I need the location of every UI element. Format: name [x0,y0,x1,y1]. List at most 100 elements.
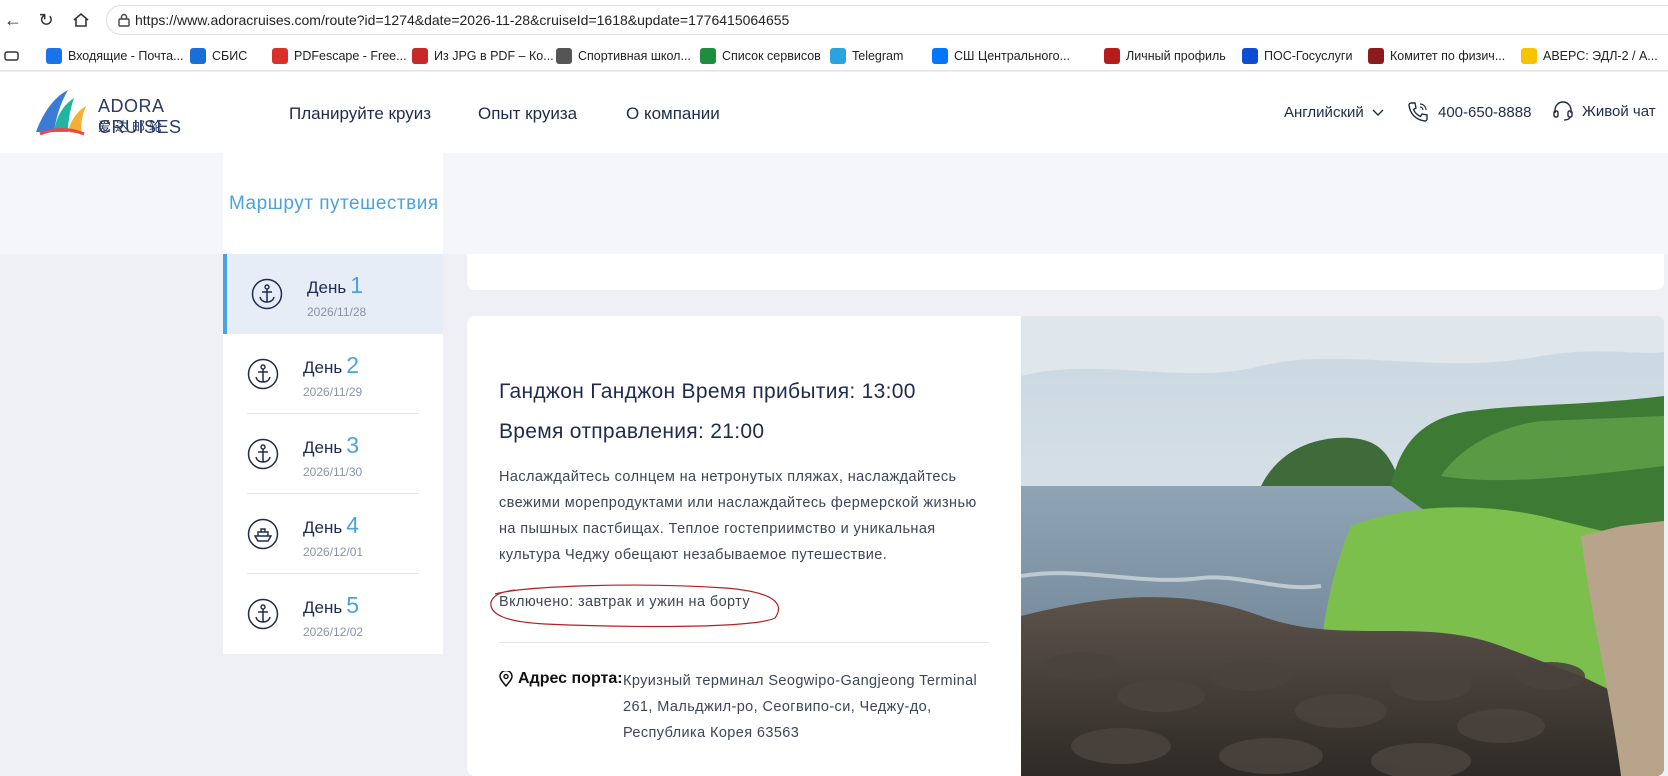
tabs-overview-icon[interactable] [4,47,20,65]
phone-number: 400-650-8888 [1438,103,1532,121]
day-label: День 4 [303,512,359,539]
url-text[interactable]: https://www.adoracruises.com/route?id=12… [135,12,789,28]
port-card: Ганджон Ганджон Время прибытия: 13:00 Вр… [467,316,1664,776]
pdf-icon [272,48,288,64]
bookmark-item[interactable]: PDFescape - Free... [272,47,407,65]
previous-card [467,254,1664,290]
bookmark-label: Спортивная школ... [578,49,691,63]
reload-icon[interactable]: ↻ [35,9,57,31]
emblem-icon [1368,48,1384,64]
bookmark-label: СШ Центрального... [954,49,1071,63]
bookmark-label: Список сервисов [722,49,821,63]
live-chat-link[interactable]: Живой чат [1552,100,1656,122]
day-item-2[interactable]: День 2 2026/11/29 [223,334,443,414]
day-date: 2026/11/28 [307,305,367,319]
port-address: Круизный терминал Seogwipo-Gangjeong Ter… [623,673,978,741]
day-word: День [303,358,343,377]
day-word: День [307,278,347,297]
address-bar[interactable]: https://www.adoracruises.com/route?id=12… [106,5,1668,35]
day-date: 2026/11/29 [303,385,363,399]
back-icon[interactable]: ← [2,9,24,31]
bookmark-item[interactable]: Входящие - Почта... [46,47,184,65]
headset-icon [1553,101,1573,121]
bookmark-item[interactable]: Комитет по физич... [1368,47,1505,65]
sheet-icon [700,48,716,64]
bookmark-label: ПОС-Госуслуги [1264,49,1353,63]
bookmark-item[interactable]: ПОС-Госуслуги [1242,47,1352,65]
bookmark-item[interactable]: Telegram [830,47,903,65]
anchor-icon [247,598,279,630]
day-item-5[interactable]: День 5 2026/12/02 [223,574,443,654]
bookmarks-bar: Входящие - Почта... СБИС PDFescape - Free.… [0,40,1668,71]
phone-icon [1408,102,1428,122]
bookmark-item[interactable]: СБИС [190,47,247,65]
day-date: 2026/12/01 [303,545,364,559]
anchor-icon [247,358,279,390]
port-description: Наслаждайтесь солнцем на нетронутых пляж… [499,469,977,563]
port-title: Ганджон Ганджон Время прибытия: 13:00 Вр… [499,372,979,452]
day-date: 2026/11/30 [303,465,363,479]
site-header: ADORA CRUISES 爱达邮轮 Планируйте круиз Опыт… [0,72,1668,153]
jpg2pdf-icon [412,48,428,64]
port-arrival-line: Ганджон Ганджон Время прибытия: 13:00 [499,380,916,403]
day-number: 5 [346,592,360,618]
divider [499,642,989,643]
anchor-icon [247,438,279,470]
phone-link[interactable]: 400-650-8888 [1406,100,1531,124]
anchor-icon [251,278,283,310]
bookmark-item[interactable]: Список сервисов [700,47,821,65]
1c-icon [1521,48,1537,64]
adora-logo[interactable]: ADORA CRUISES 爱达邮轮 [34,86,244,138]
day-item-1[interactable]: День 1 2026/11/28 [223,254,443,334]
home-icon[interactable] [70,9,92,31]
day-word: День [303,598,343,617]
day-label: День 2 [303,352,359,379]
lock-icon [118,13,130,27]
bookmark-item[interactable]: СШ Центрального... [932,47,1070,65]
language-label: Английский [1284,104,1364,121]
day-label: День 1 [307,272,363,299]
day-number: 2 [346,352,360,378]
menu-plan-cruise[interactable]: Планируйте круиз [289,104,431,124]
jeju-coast-photo [1021,316,1664,776]
bookmark-item[interactable]: Из JPG в PDF – Ко... [412,47,554,65]
globe-icon [556,48,572,64]
bookmark-label: СБИС [212,49,248,63]
bookmark-label: PDFescape - Free... [294,49,407,63]
adora-sail-logo-icon [36,90,86,136]
route-tab-label: Маршрут путешествия [229,193,439,214]
bookmark-item[interactable]: АВЕРС: ЭДЛ-2 / А... [1521,47,1658,65]
mail-icon [46,48,62,64]
port-departure-line: Время отправления: 21:00 [499,420,765,443]
emblem-icon [1104,48,1120,64]
sbis-icon [190,48,206,64]
day-word: День [303,518,343,537]
bookmark-label: Комитет по физич... [1390,49,1506,63]
bookmark-item[interactable]: Спортивная школ... [556,47,691,65]
browser-address-row: ← ↻ https://www.adoracruises.com/route?i… [0,0,1668,40]
day-word: День [303,438,343,457]
port-address-label: Адрес порта: [499,670,623,688]
day-item-4[interactable]: День 4 2026/12/01 [223,494,443,574]
language-select[interactable]: Английский [1284,104,1384,121]
day-list: День 1 2026/11/28 День 2 2026/11/29 День 3 2026/… [223,254,443,654]
included-meals: Включено: завтрак и ужин на борту [499,594,751,610]
vk-icon [932,48,948,64]
telegram-icon [830,48,846,64]
day-date: 2026/12/02 [303,625,364,639]
day-number: 3 [346,432,360,458]
live-chat-label: Живой чат [1582,102,1656,120]
route-tab[interactable]: Маршрут путешествия [223,153,443,254]
bookmark-item[interactable]: Личный профиль [1104,47,1226,65]
day-item-3[interactable]: День 3 2026/11/30 [223,414,443,494]
menu-cruise-experience[interactable]: Опыт круиза [478,104,577,124]
bookmark-label: Входящие - Почта... [68,49,184,63]
menu-about[interactable]: О компании [626,104,720,124]
gosuslugi-icon [1242,48,1258,64]
day-number: 1 [350,272,364,298]
location-pin-icon [499,671,513,687]
ship-icon [247,518,279,550]
address-label-text: Адрес порта: [518,670,623,687]
bookmark-label: Из JPG в PDF – Ко... [434,49,554,63]
day-label: День 5 [303,592,359,619]
